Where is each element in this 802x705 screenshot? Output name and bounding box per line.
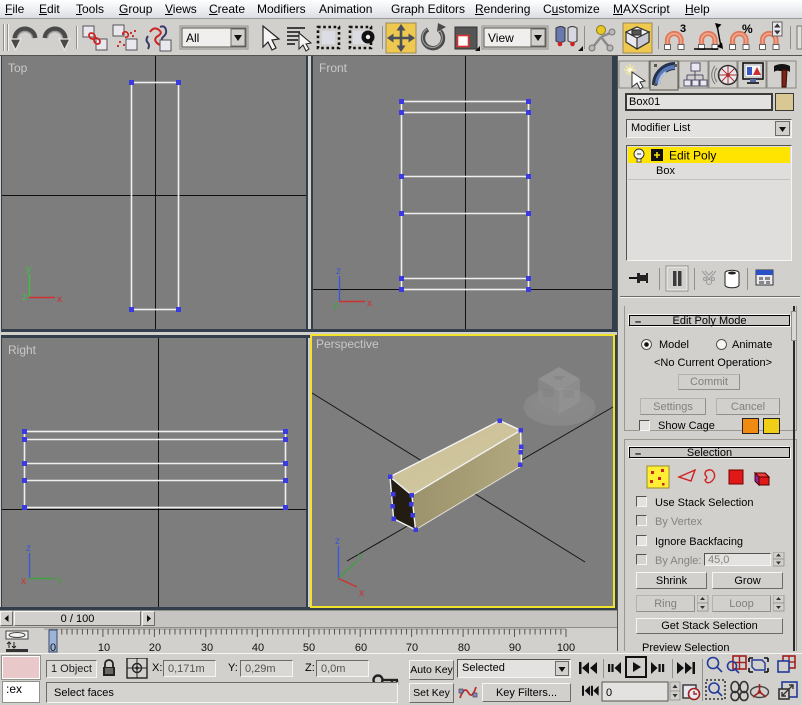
svg-text:x: x	[359, 588, 364, 599]
svg-text:x: x	[21, 576, 26, 587]
svg-text:View: View	[488, 31, 514, 45]
svg-text:%: %	[742, 22, 753, 36]
svg-text:Perspective: Perspective	[316, 337, 379, 351]
svg-text:z: z	[26, 543, 31, 554]
svg-text:Edit Poly: Edit Poly	[669, 149, 716, 163]
svg-text:All: All	[186, 31, 199, 45]
svg-text:3: 3	[680, 23, 686, 35]
svg-text:x: x	[367, 298, 372, 309]
svg-text:y: y	[57, 575, 62, 586]
svg-text:0: 0	[606, 687, 612, 699]
svg-text:x: x	[57, 294, 62, 305]
svg-text:z: z	[335, 536, 340, 547]
svg-text:y: y	[333, 300, 338, 311]
svg-text:y: y	[358, 551, 363, 562]
svg-text:z: z	[22, 292, 27, 303]
svg-text:y: y	[26, 264, 31, 275]
svg-text:z: z	[336, 266, 341, 277]
